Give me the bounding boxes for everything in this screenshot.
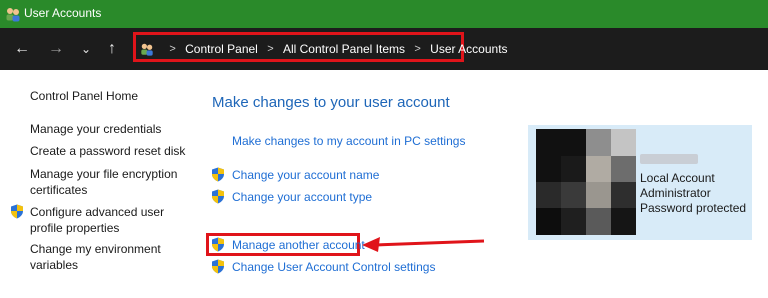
change-type-link[interactable]: Change your account type [212,189,373,204]
pc-settings-link[interactable]: Make changes to my account in PC setting… [232,134,465,148]
uac-shield-icon [211,189,225,204]
navigation-bar: ← → ⌄ ↑ > Control Panel > All Control Pa… [0,28,768,70]
user-avatar [536,129,636,235]
uac-shield-icon [211,259,225,274]
uac-settings-link[interactable]: Change User Account Control settings [212,259,436,274]
user-accounts-window: User Accounts ← → ⌄ ↑ > Control Panel > … [0,0,768,298]
annotation-arrow-icon [362,237,485,252]
title-bar: User Accounts [0,0,768,28]
up-arrow-icon[interactable]: ↑ [102,39,122,59]
change-type-label: Change your account type [232,190,373,204]
account-type-label: Local Account [640,171,715,185]
breadcrumb-control-panel[interactable]: Control Panel [185,42,258,56]
sidebar-item-advanced-profile[interactable]: Configure advanced user profile properti… [30,204,180,236]
manage-another-label: Manage another account [232,238,365,252]
uac-shield-icon [10,204,24,219]
control-panel-users-icon [140,42,154,56]
change-name-label: Change your account name [232,168,380,182]
user-accounts-icon [5,6,21,22]
uac-shield-icon [211,237,225,252]
sidebar-item-credentials[interactable]: Manage your credentials [30,121,161,137]
breadcrumb-separator-icon: > [267,42,274,55]
sidebar-item-password-reset[interactable]: Create a password reset disk [30,143,185,159]
breadcrumb-separator-icon: > [169,42,176,55]
blurred-username [640,154,698,164]
account-role-label: Administrator [640,186,711,200]
sidebar-item-control-panel-home[interactable]: Control Panel Home [30,88,138,104]
manage-another-account-link[interactable]: Manage another account [212,237,365,252]
change-name-link[interactable]: Change your account name [212,167,380,182]
page-heading: Make changes to your user account [212,94,450,111]
breadcrumb-separator-icon: > [414,42,421,55]
breadcrumb-all-items[interactable]: All Control Panel Items [283,42,405,56]
sidebar: Control Panel Home Manage your credentia… [0,70,190,298]
sidebar-item-encryption-certificates[interactable]: Manage your file encryption certificates [30,166,180,198]
user-account-card: Local Account Administrator Password pro… [528,125,752,240]
forward-arrow-icon[interactable]: → [46,39,66,59]
password-status-label: Password protected [640,201,747,215]
back-arrow-icon[interactable]: ← [12,39,32,59]
breadcrumb-user-accounts[interactable]: User Accounts [430,42,507,56]
recent-locations-chevron-icon[interactable]: ⌄ [76,39,96,59]
uac-settings-label: Change User Account Control settings [232,260,436,274]
uac-shield-icon [211,167,225,182]
window-title: User Accounts [24,6,102,20]
breadcrumb[interactable]: > Control Panel > All Control Panel Item… [140,41,508,56]
sidebar-item-environment-variables[interactable]: Change my environment variables [30,241,180,273]
